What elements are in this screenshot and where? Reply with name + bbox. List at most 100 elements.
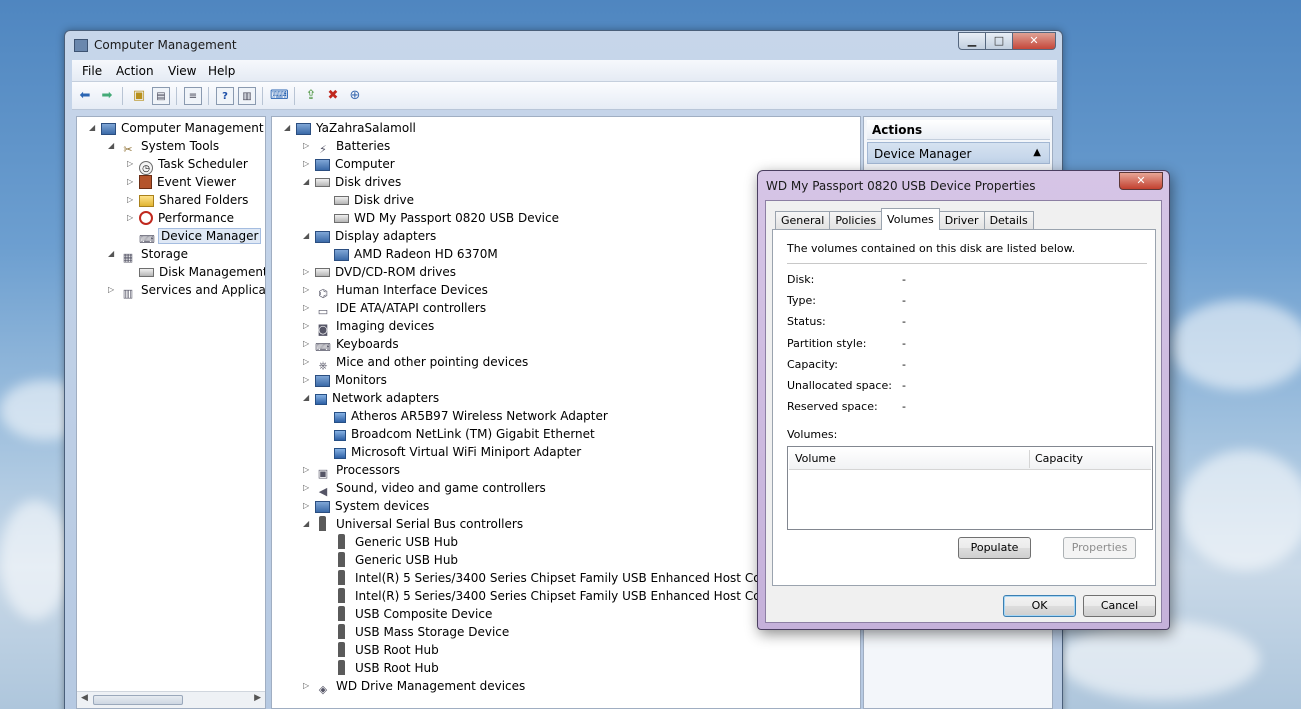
update-driver-icon[interactable]: ⇪: [302, 87, 320, 105]
populate-button[interactable]: Populate: [958, 537, 1031, 559]
column-capacity[interactable]: Capacity: [1035, 452, 1083, 465]
enable-device-icon[interactable]: ⊕: [346, 87, 364, 105]
collapsed-arrow-icon[interactable]: ▷: [303, 317, 309, 335]
tree-item[interactable]: ▷ Event Viewer: [127, 173, 238, 191]
up-folder-icon[interactable]: ▣: [130, 87, 148, 105]
forward-arrow-icon[interactable]: ➡: [98, 87, 116, 105]
collapsed-arrow-icon[interactable]: ▷: [303, 371, 309, 389]
horizontal-scrollbar[interactable]: ◀ ▶: [77, 691, 265, 708]
tab-details[interactable]: Details: [983, 211, 1034, 230]
scroll-right-icon[interactable]: ▶: [254, 693, 261, 703]
tree-item[interactable]: AMD Radeon HD 6370M: [334, 245, 500, 263]
expanded-arrow-icon[interactable]: ◢: [303, 515, 309, 533]
scroll-left-icon[interactable]: ◀: [81, 693, 88, 703]
tree-item[interactable]: ▷ ⌨ Keyboards: [303, 335, 401, 354]
collapsed-arrow-icon[interactable]: ▷: [303, 677, 309, 695]
tree-item[interactable]: ◢ ✂ System Tools: [108, 137, 221, 156]
tree-item[interactable]: ▷ ⚡ Batteries: [303, 137, 392, 156]
show-hide-tree-icon[interactable]: ▤: [152, 87, 170, 105]
tab-volumes[interactable]: Volumes: [881, 208, 940, 230]
tree-item[interactable]: Generic USB Hub: [334, 533, 460, 551]
collapsed-arrow-icon[interactable]: ▷: [303, 461, 309, 479]
expanded-arrow-icon[interactable]: ◢: [89, 119, 95, 137]
menu-file[interactable]: File: [82, 64, 102, 78]
collapsed-arrow-icon[interactable]: ▷: [303, 281, 309, 299]
collapsed-arrow-icon[interactable]: ▷: [127, 209, 133, 227]
dialog-close-button[interactable]: ✕: [1119, 172, 1163, 190]
expanded-arrow-icon[interactable]: ◢: [284, 119, 290, 137]
tree-item[interactable]: ◢ Display adapters: [303, 227, 438, 245]
tree-item[interactable]: ◢ Universal Serial Bus controllers: [303, 515, 525, 533]
collapsed-arrow-icon[interactable]: ▷: [303, 155, 309, 173]
tree-item[interactable]: Atheros AR5B97 Wireless Network Adapter: [334, 407, 610, 425]
tree-item[interactable]: ▷ System devices: [303, 497, 431, 515]
menu-action[interactable]: Action: [116, 64, 154, 78]
tree-item[interactable]: WD My Passport 0820 USB Device: [334, 209, 561, 227]
tree-item[interactable]: Generic USB Hub: [334, 551, 460, 569]
tree-item[interactable]: ◢ Network adapters: [303, 389, 441, 407]
collapsed-arrow-icon[interactable]: ▷: [303, 137, 309, 155]
properties-button[interactable]: Properties: [1063, 537, 1136, 559]
collapsed-arrow-icon[interactable]: ▷: [303, 353, 309, 371]
expanded-arrow-icon[interactable]: ◢: [303, 389, 309, 407]
expanded-arrow-icon[interactable]: ◢: [108, 137, 114, 155]
tree-item[interactable]: ▷ Performance: [127, 209, 236, 227]
collapsed-arrow-icon[interactable]: ▷: [303, 335, 309, 353]
tree-item[interactable]: ▷ ▭ IDE ATA/ATAPI controllers: [303, 299, 488, 318]
scrollbar-thumb[interactable]: [93, 695, 183, 705]
collapsed-arrow-icon[interactable]: ▷: [127, 155, 133, 173]
minimize-button[interactable]: ▁: [958, 32, 986, 50]
tab-policies[interactable]: Policies: [829, 211, 883, 230]
menu-view[interactable]: View: [168, 64, 196, 78]
collapsed-arrow-icon[interactable]: ▷: [303, 263, 309, 281]
tree-item[interactable]: ▷ ◷ Task Scheduler: [127, 155, 250, 175]
close-button[interactable]: ✕: [1012, 32, 1056, 50]
tree-item[interactable]: ▷ Monitors: [303, 371, 389, 389]
show-action-pane-icon[interactable]: ▥: [238, 87, 256, 105]
expanded-arrow-icon[interactable]: ◢: [108, 245, 114, 263]
actions-device-manager-section[interactable]: Device Manager ▲: [867, 142, 1050, 164]
tree-item[interactable]: Microsoft Virtual WiFi Miniport Adapter: [334, 443, 583, 461]
tree-item[interactable]: ▷ Computer: [303, 155, 397, 173]
collapsed-arrow-icon[interactable]: ▷: [127, 173, 133, 191]
tree-item[interactable]: ◢ YaZahraSalamoll: [284, 119, 418, 137]
tree-item[interactable]: USB Root Hub: [334, 659, 441, 677]
tree-item[interactable]: USB Mass Storage Device: [334, 623, 511, 641]
tree-item[interactable]: USB Root Hub: [334, 641, 441, 659]
tree-item[interactable]: ▷ DVD/CD-ROM drives: [303, 263, 458, 281]
cancel-button[interactable]: Cancel: [1083, 595, 1156, 617]
collapsed-arrow-icon[interactable]: ▷: [303, 497, 309, 515]
back-arrow-icon[interactable]: ⬅: [76, 87, 94, 105]
help-icon[interactable]: ?: [216, 87, 234, 105]
tree-item[interactable]: USB Composite Device: [334, 605, 494, 623]
tab-general[interactable]: General: [775, 211, 831, 230]
ok-button[interactable]: OK: [1003, 595, 1076, 617]
tree-item[interactable]: ▷ Shared Folders: [127, 191, 250, 209]
column-volume[interactable]: Volume: [795, 452, 836, 465]
menu-help[interactable]: Help: [208, 64, 235, 78]
collapse-icon[interactable]: ▲: [1033, 147, 1041, 158]
scan-hardware-icon[interactable]: ⌨: [270, 87, 289, 105]
expanded-arrow-icon[interactable]: ◢: [303, 173, 309, 191]
tree-item[interactable]: ▷ ▣ Processors: [303, 461, 402, 480]
tree-item[interactable]: Disk drive: [334, 191, 416, 209]
tree-item[interactable]: Broadcom NetLink (TM) Gigabit Ethernet: [334, 425, 597, 443]
tree-item[interactable]: ▷ ⎈ Mice and other pointing devices: [303, 353, 530, 372]
maximize-button[interactable]: □: [985, 32, 1013, 50]
collapsed-arrow-icon[interactable]: ▷: [303, 479, 309, 497]
collapsed-arrow-icon[interactable]: ▷: [303, 299, 309, 317]
export-list-icon[interactable]: ≡: [184, 87, 202, 105]
tree-item[interactable]: ▷ ◈ WD Drive Management devices: [303, 677, 527, 696]
uninstall-device-icon[interactable]: ✖: [324, 87, 342, 105]
expanded-arrow-icon[interactable]: ◢: [303, 227, 309, 245]
tree-item[interactable]: ▷ ⌬ Human Interface Devices: [303, 281, 490, 300]
tree-item[interactable]: Disk Management: [139, 263, 265, 281]
tree-item[interactable]: ▷ ◀ Sound, video and game controllers: [303, 479, 548, 498]
volumes-list[interactable]: Volume Capacity: [787, 446, 1153, 530]
tree-item[interactable]: ◢ Disk drives: [303, 173, 403, 191]
tree-item[interactable]: ◢ ▦ Storage: [108, 245, 190, 264]
tree-item[interactable]: ▷ ▥ Services and Applications: [108, 281, 265, 300]
tree-item[interactable]: ▷ ◙ Imaging devices: [303, 317, 436, 336]
tree-item[interactable]: ◢ Computer Management (Local: [89, 119, 265, 137]
collapsed-arrow-icon[interactable]: ▷: [127, 191, 133, 209]
